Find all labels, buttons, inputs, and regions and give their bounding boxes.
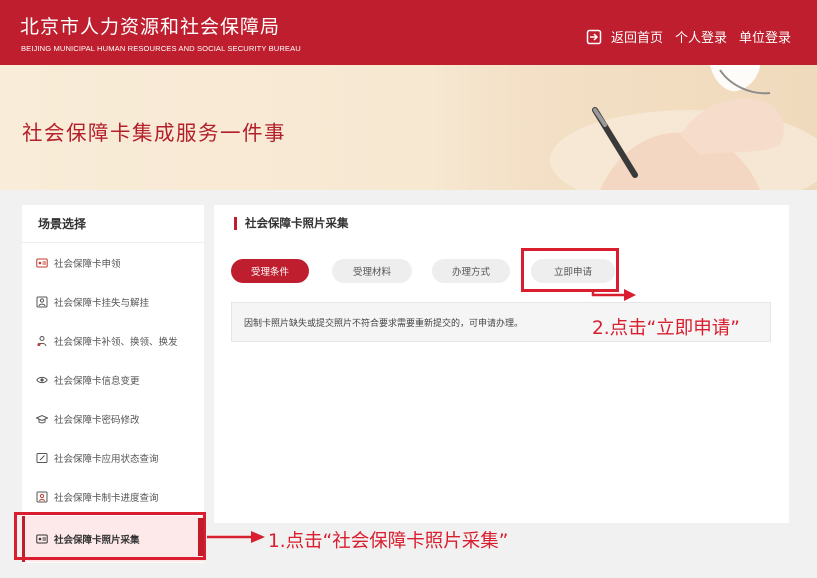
photo-card-icon	[36, 534, 48, 544]
sidebar-item-password-change[interactable]: 社会保障卡密码修改	[22, 399, 204, 438]
sidebar-item-label: 社会保障卡补领、换领、换发	[54, 336, 178, 348]
sidebar-item-card-loss[interactable]: 社会保障卡挂失与解挂	[22, 282, 204, 321]
sidebar-item-photo-collection[interactable]: 社会保障卡照片采集	[22, 516, 204, 562]
personal-login-link[interactable]: 个人登录	[675, 27, 727, 46]
sidebar-item-label: 社会保障卡挂失与解挂	[54, 297, 150, 309]
return-home-icon[interactable]	[586, 29, 602, 45]
apply-now-button[interactable]: 立即申请	[531, 259, 615, 283]
header-nav: 返回首页 个人登录 单位登录	[586, 27, 791, 46]
person-card-icon	[36, 296, 48, 307]
step-2-annotation: 2.点击“立即申请”	[592, 318, 740, 339]
edit-box-icon	[36, 452, 48, 463]
org-login-link[interactable]: 单位登录	[739, 27, 791, 46]
sidebar-item-card-apply[interactable]: 社会保障卡申领	[22, 243, 204, 282]
sidebar-item-status-query[interactable]: 社会保障卡应用状态查询	[22, 438, 204, 477]
tab-materials[interactable]: 受理材料	[332, 259, 412, 283]
person-refresh-icon	[37, 335, 47, 346]
site-title-cn: 北京市人力资源和社会保障局	[20, 16, 281, 38]
return-home-link[interactable]: 返回首页	[611, 27, 663, 46]
sidebar-item-card-reissue[interactable]: 社会保障卡补领、换领、换发	[22, 321, 204, 360]
step-1-annotation: 1.点击“社会保障卡照片采集”	[268, 531, 509, 552]
content-panel: 社会保障卡照片采集 受理条件 受理材料 办理方式 立即申请 因制卡照片缺失或提交…	[214, 205, 789, 523]
sidebar-heading: 场景选择	[22, 205, 204, 243]
sidebar-item-info-change[interactable]: 社会保障卡信息变更	[22, 360, 204, 399]
sidebar-item-label: 社会保障卡制卡进度查询	[54, 492, 159, 504]
id-card-icon	[36, 258, 48, 267]
sidebar-item-label: 社会保障卡密码修改	[54, 414, 140, 426]
tab-conditions[interactable]: 受理条件	[231, 259, 309, 283]
sidebar-item-label: 社会保障卡信息变更	[54, 375, 140, 387]
banner-hands-illustration	[430, 65, 817, 190]
hero-banner: 社会保障卡集成服务一件事	[0, 65, 817, 190]
tab-methods[interactable]: 办理方式	[432, 259, 510, 283]
sidebar-item-progress-query[interactable]: 社会保障卡制卡进度查询	[22, 477, 204, 516]
panel-title: 社会保障卡照片采集	[234, 217, 349, 230]
scene-sidebar: 场景选择 社会保障卡申领 社会保障卡挂失与解挂 社会保障卡补领、换领、换发 社会…	[22, 205, 204, 563]
arrow-to-photo-collection-icon	[207, 531, 265, 543]
eye-icon	[36, 376, 48, 383]
site-header: 北京市人力资源和社会保障局 BEIJING MUNICIPAL HUMAN RE…	[0, 0, 817, 65]
arrow-to-apply-now-icon	[591, 289, 636, 301]
person-box-icon	[36, 491, 48, 502]
sidebar-item-label: 社会保障卡申领	[54, 258, 121, 270]
banner-title: 社会保障卡集成服务一件事	[22, 121, 286, 145]
sidebar-item-label: 社会保障卡应用状态查询	[54, 453, 159, 465]
site-title-en: BEIJING MUNICIPAL HUMAN RESOURCES AND SO…	[21, 44, 301, 53]
page: 北京市人力资源和社会保障局 BEIJING MUNICIPAL HUMAN RE…	[0, 0, 817, 578]
sidebar-item-label: 社会保障卡照片采集	[54, 535, 140, 546]
highlight-bar	[198, 518, 204, 556]
graduation-cap-icon	[36, 414, 48, 423]
